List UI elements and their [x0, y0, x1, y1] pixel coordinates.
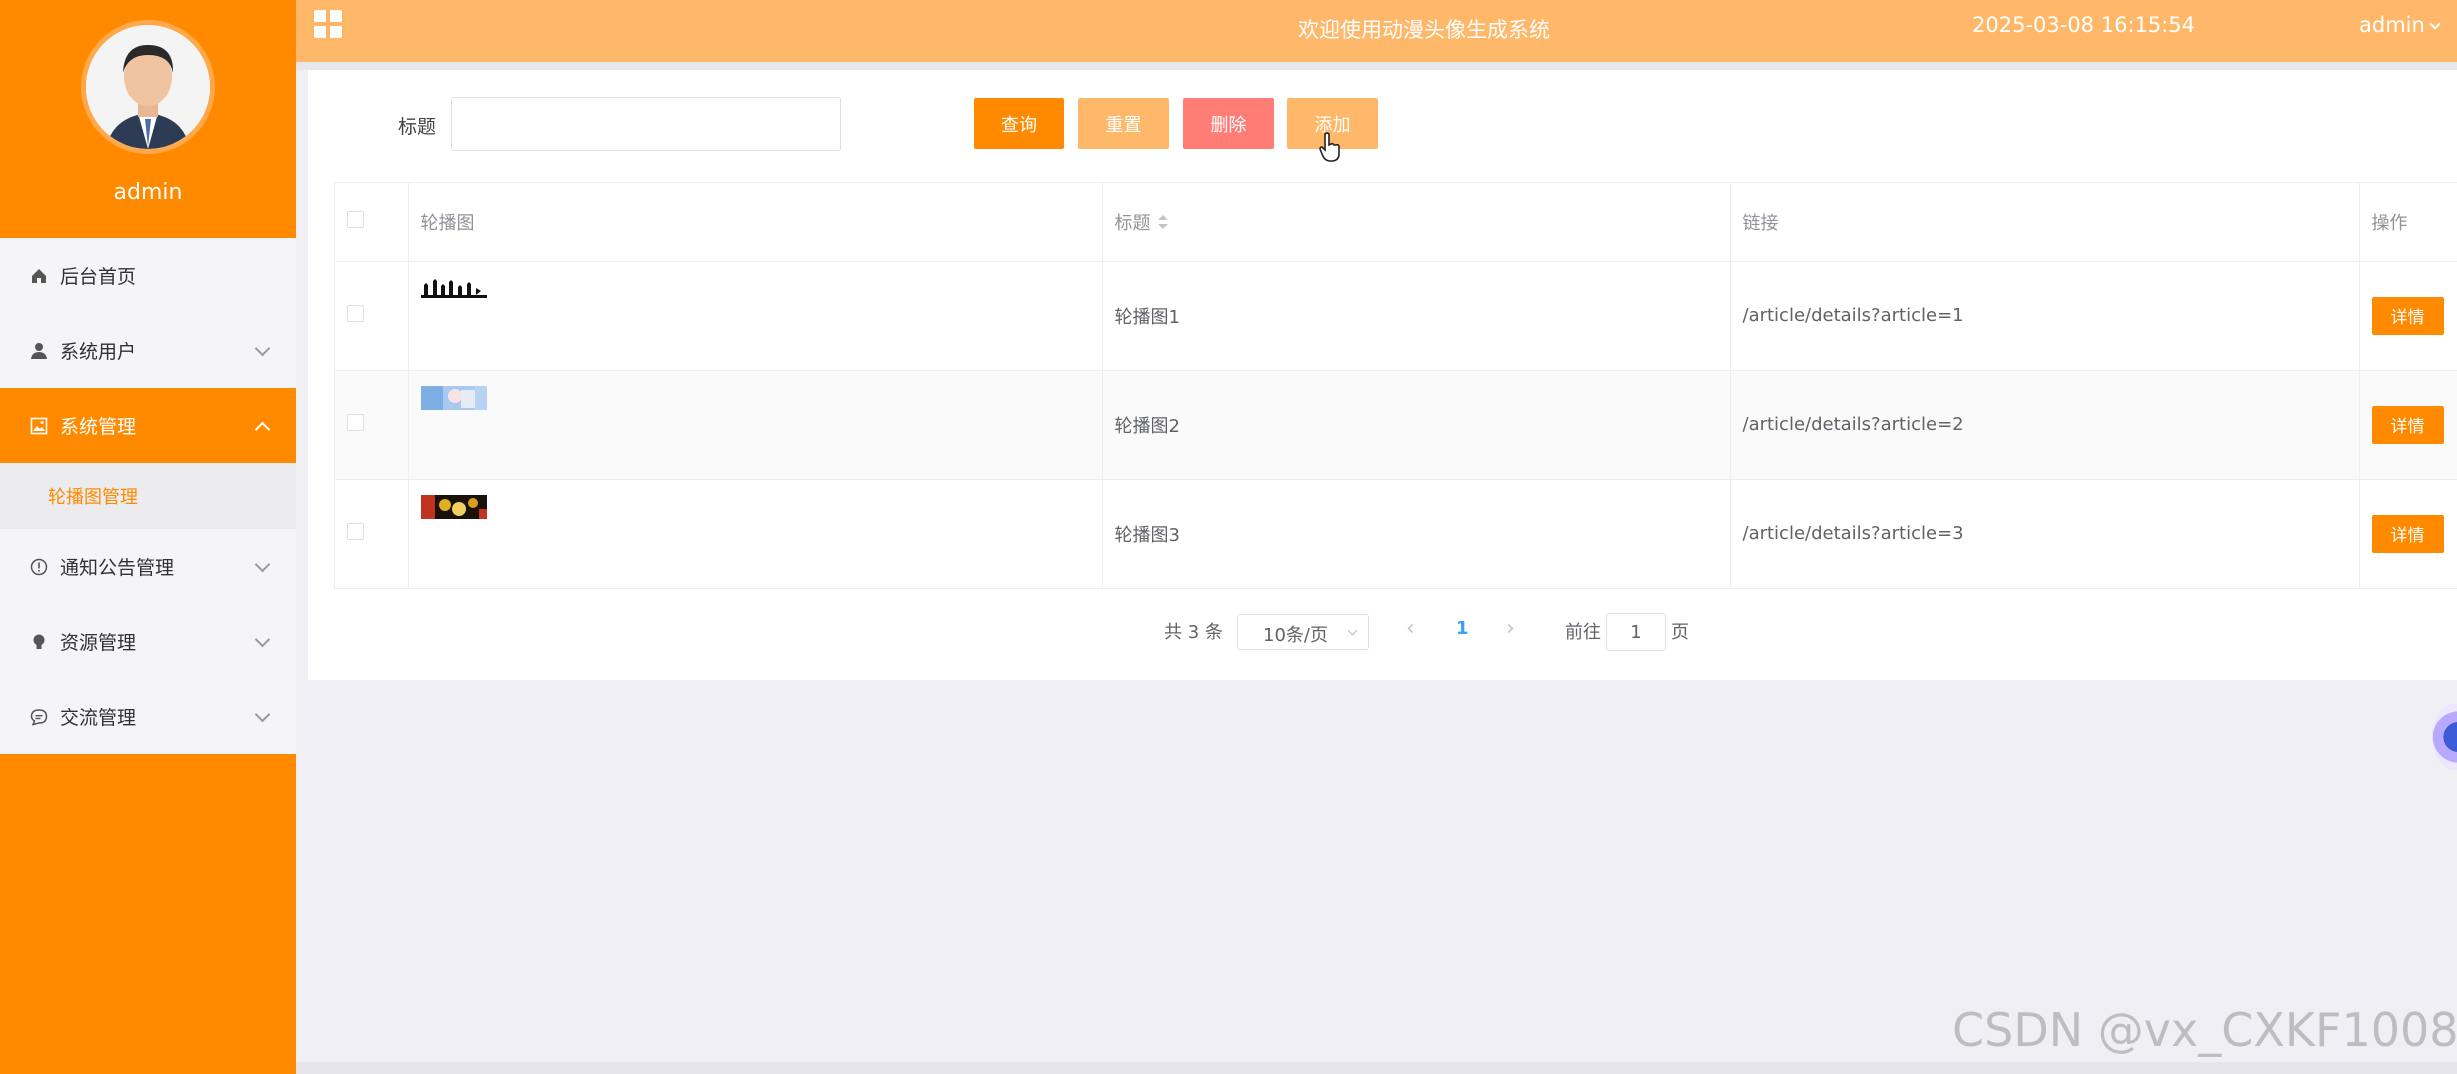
- chat-icon: [28, 706, 50, 728]
- menu-grid-icon[interactable]: [314, 10, 342, 38]
- detail-button[interactable]: 详情: [2371, 405, 2444, 444]
- page-size-value: 10条/页: [1263, 625, 1328, 646]
- carousel-thumbnail[interactable]: [420, 277, 487, 301]
- current-datetime: 2025-03-08 16:15:54: [1972, 13, 2196, 37]
- detail-button[interactable]: 详情: [2371, 514, 2444, 553]
- sidebar-item-label: 系统管理: [60, 416, 137, 438]
- watermark: CSDN @vx_CXKF10088: [1952, 1003, 2457, 1057]
- row-title: 轮播图1: [1102, 261, 1731, 371]
- table-row: 轮播图2 /article/details?article=2 详情: [335, 370, 2457, 480]
- column-header-title-label: 标题: [1114, 212, 1151, 234]
- table-row: 轮播图3 /article/details?article=3 详情: [335, 479, 2457, 589]
- row-link: /article/details?article=2: [1730, 370, 2360, 480]
- select-all-checkbox[interactable]: [347, 210, 364, 228]
- next-page-icon[interactable]: ›: [1506, 616, 1515, 652]
- chevron-down-icon: [2429, 18, 2441, 30]
- carousel-thumbnail[interactable]: [420, 386, 487, 410]
- sort-icon[interactable]: [1157, 214, 1169, 230]
- sidebar-item-system-management[interactable]: 系统管理: [0, 388, 296, 463]
- goto-label: 前往: [1565, 622, 1601, 643]
- row-link: /article/details?article=1: [1730, 261, 2360, 371]
- row-title: 轮播图2: [1102, 370, 1731, 480]
- sidebar-item-system-users[interactable]: 系统用户: [0, 313, 296, 388]
- table-row: 轮播图1 /article/details?article=1 详情: [335, 261, 2457, 371]
- table-header-row: 轮播图 标题 链接 操作: [335, 183, 2457, 262]
- sidebar-item-label: 交流管理: [60, 707, 137, 729]
- sidebar-item-label: 后台首页: [60, 266, 137, 288]
- sidebar-item-resource-management[interactable]: 资源管理: [0, 604, 296, 679]
- home-icon: [28, 265, 50, 287]
- profile-username: admin: [113, 180, 183, 205]
- info-icon: [28, 556, 50, 578]
- page-unit-label: 页: [1671, 622, 1689, 643]
- sidebar-item-communication-management[interactable]: 交流管理: [0, 679, 296, 754]
- bulb-icon: [28, 631, 50, 653]
- chevron-down-icon: [254, 631, 271, 648]
- query-button[interactable]: 查询: [974, 98, 1064, 149]
- sidebar: admin 后台首页 系统用户 系统管理 轮播图管理 通知公告管理 资源管理 交…: [0, 0, 296, 1074]
- carousel-thumbnail[interactable]: [420, 495, 487, 519]
- sidebar-item-label: 系统用户: [60, 341, 137, 363]
- carousel-table: 轮播图 标题 链接 操作 轮播图1 /article/details?artic…: [334, 182, 2457, 589]
- column-header-action: 操作: [2359, 183, 2457, 262]
- column-header-title[interactable]: 标题: [1102, 183, 1731, 262]
- column-header-link: 链接: [1730, 183, 2360, 262]
- reset-button[interactable]: 重置: [1078, 98, 1169, 149]
- user-icon: [28, 340, 50, 362]
- prev-page-icon[interactable]: ‹: [1406, 616, 1415, 652]
- bottom-scrollbar[interactable]: [296, 1062, 2457, 1074]
- sidebar-menu: 后台首页 系统用户 系统管理 轮播图管理 通知公告管理 资源管理 交流管理: [0, 238, 296, 754]
- row-link: /article/details?article=3: [1730, 479, 2360, 589]
- top-bar: 欢迎使用动漫头像生成系统 2025-03-08 16:15:54 admin: [296, 0, 2457, 62]
- sidebar-item-dashboard[interactable]: 后台首页: [0, 238, 296, 313]
- floating-assistant-icon[interactable]: [2432, 704, 2457, 770]
- hand-cursor-icon: [1319, 132, 1340, 162]
- row-checkbox[interactable]: [347, 304, 364, 322]
- main-panel: 标题 查询 重置 删除 添加 轮播图 标题 链接 操作 轮播图1 /articl…: [308, 70, 2457, 680]
- chevron-down-icon: [254, 556, 271, 573]
- sidebar-item-notice-management[interactable]: 通知公告管理: [0, 529, 296, 604]
- image-icon: [28, 415, 50, 437]
- avatar-image: [86, 25, 210, 149]
- chevron-up-icon: [254, 421, 271, 438]
- current-page-number[interactable]: 1: [1456, 618, 1469, 654]
- detail-button[interactable]: 详情: [2371, 296, 2444, 335]
- user-dropdown-label: admin: [2359, 13, 2425, 37]
- pagination-total: 共 3 条: [1164, 622, 1223, 643]
- column-header-image: 轮播图: [408, 183, 1103, 262]
- sidebar-subitem-carousel[interactable]: 轮播图管理: [0, 463, 296, 529]
- sidebar-item-label: 资源管理: [60, 632, 137, 654]
- divider: [296, 62, 2457, 70]
- chevron-down-icon: [254, 706, 271, 723]
- title-search-input[interactable]: [451, 97, 841, 151]
- chevron-down-icon: [1347, 625, 1358, 636]
- row-checkbox[interactable]: [347, 413, 364, 431]
- row-checkbox[interactable]: [347, 522, 364, 540]
- avatar[interactable]: [81, 20, 215, 154]
- sidebar-item-label: 通知公告管理: [60, 557, 175, 579]
- delete-button[interactable]: 删除: [1183, 98, 1274, 149]
- page-size-select[interactable]: 10条/页: [1237, 614, 1369, 650]
- search-label: 标题: [398, 116, 437, 138]
- profile-section: admin: [0, 0, 296, 238]
- chevron-down-icon: [254, 340, 271, 357]
- user-dropdown[interactable]: admin: [2359, 13, 2441, 37]
- goto-page-input[interactable]: [1606, 613, 1666, 651]
- row-title: 轮播图3: [1102, 479, 1731, 589]
- page-title: 欢迎使用动漫头像生成系统: [1298, 18, 1550, 42]
